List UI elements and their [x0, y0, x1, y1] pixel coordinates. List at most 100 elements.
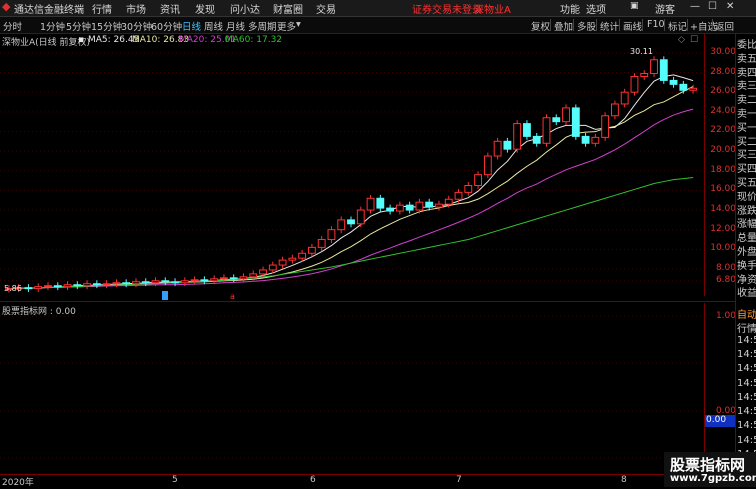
guest-label[interactable]: 游客 — [655, 1, 675, 16]
side-panel-item[interactable]: 卖五 — [737, 50, 756, 65]
ma60-line — [8, 176, 694, 290]
side-panel-item[interactable]: 买二 — [737, 133, 756, 148]
candle-body — [141, 281, 150, 284]
btn-biaoji[interactable]: 标记 — [668, 19, 687, 33]
tab-daily[interactable]: 日线 — [182, 19, 201, 33]
high-annotation: 30.11 — [630, 47, 653, 56]
side-panel-item[interactable]: 14:5 — [737, 349, 756, 360]
user-icon[interactable]: ▣ — [630, 1, 639, 11]
menu-faxian[interactable]: 发现 — [195, 1, 215, 16]
candle-body — [601, 115, 610, 138]
candle-body — [200, 279, 209, 282]
side-panel-item[interactable]: 14:5 — [737, 420, 756, 431]
price-axis-label: 6.80 — [715, 274, 736, 285]
btn-f10[interactable]: F10 — [647, 19, 665, 30]
side-panel-item[interactable]: 14:5 — [737, 406, 756, 417]
menu-zixun[interactable]: 资讯 — [160, 1, 180, 16]
side-panel-item[interactable]: 买四 — [737, 160, 756, 175]
side-panel-item[interactable]: 14:5 — [737, 435, 756, 446]
side-panel-item[interactable]: 涨幅 — [737, 215, 756, 230]
time-axis: 2020年 5 6 7 8 — [0, 474, 735, 488]
menu-hangqing[interactable]: 行情 — [92, 1, 112, 16]
side-panel-item[interactable]: 外盘 — [737, 243, 756, 258]
candle-body — [151, 280, 160, 284]
tab-30min[interactable]: 30分钟 — [121, 19, 152, 33]
menu-jiaoyi[interactable]: 交易 — [316, 1, 336, 16]
price-axis-label: 30.00 — [710, 46, 736, 57]
btn-diejia[interactable]: 叠加 — [554, 19, 573, 33]
side-panel-item[interactable]: 卖三 — [737, 77, 756, 92]
tab-multi-period[interactable]: 多周期 — [248, 19, 277, 33]
side-panel-item[interactable]: 行情 — [737, 320, 756, 335]
price-axis-label: 12.00 — [710, 223, 736, 234]
candle-body — [298, 252, 307, 259]
tab-5min[interactable]: 5分钟 — [66, 19, 91, 33]
menu-xuanxiang[interactable]: 选项 — [586, 1, 606, 16]
candle-body — [444, 198, 453, 205]
side-panel-item[interactable]: 委比 — [737, 36, 756, 51]
candle-body — [650, 59, 658, 75]
btn-back[interactable]: 返回 — [715, 19, 734, 33]
btn-fuquan[interactable]: 复权 — [531, 19, 550, 33]
price-axis-label: 26.00 — [710, 86, 736, 97]
side-panel-item[interactable]: 自动 — [737, 306, 756, 321]
candle-body — [44, 285, 52, 288]
menu-caifuquan[interactable]: 财富圈 — [273, 1, 303, 16]
side-panel-item[interactable]: 卖四 — [737, 64, 756, 79]
btn-tongji[interactable]: 统计 — [600, 19, 619, 33]
side-panel-item[interactable]: 买五 — [737, 174, 756, 189]
watermark-url: www.7gpzb.com — [670, 473, 756, 484]
tab-60min[interactable]: 60分钟 — [151, 19, 182, 33]
candle-body — [268, 264, 277, 271]
candle-body — [630, 75, 639, 93]
candle-body — [474, 174, 482, 186]
tab-15min[interactable]: 15分钟 — [91, 19, 122, 33]
tab-monthly[interactable]: 月线 — [226, 19, 245, 33]
divider — [596, 19, 597, 31]
candle-body — [73, 284, 82, 287]
candle-body — [523, 123, 531, 137]
x-axis-label: 6 — [310, 475, 316, 485]
kline-chart[interactable] — [0, 34, 704, 296]
tab-more[interactable]: 更多 — [277, 19, 296, 33]
tab-weekly[interactable]: 周线 — [204, 19, 223, 33]
indicator-chart[interactable] — [0, 303, 704, 473]
menu-shichang[interactable]: 市场 — [126, 1, 146, 16]
side-panel-item[interactable]: 14:5 — [737, 392, 756, 403]
candle-body — [347, 219, 355, 225]
menu-wenxiaoda[interactable]: 问小达 — [230, 1, 260, 16]
menu-gongneng[interactable]: 功能 — [560, 1, 580, 16]
side-panel-item[interactable]: 买一 — [737, 119, 756, 134]
btn-huaxian[interactable]: 画线 — [623, 19, 642, 33]
side-panel-item[interactable]: 换手 — [737, 257, 756, 272]
candle-body — [503, 140, 512, 150]
side-panel-item[interactable]: 14:5 — [737, 335, 756, 346]
login-notice[interactable]: 证券交易未登录 — [412, 1, 482, 16]
side-panel-item[interactable]: 现价 — [737, 188, 756, 203]
side-panel-item[interactable]: 14:5 — [737, 378, 756, 389]
side-panel-item[interactable]: 卖二 — [737, 91, 756, 106]
minimize-icon[interactable]: — — [690, 1, 700, 12]
period-toolbar: 分时 1分钟 5分钟 15分钟 30分钟 60分钟 日线 周线 月线 多周期 更… — [0, 17, 756, 34]
tab-fenshi[interactable]: 分时 — [3, 19, 22, 33]
candle-body — [83, 283, 92, 287]
candle-body — [483, 155, 492, 176]
side-panel-item[interactable]: 买三 — [737, 146, 756, 161]
maximize-icon[interactable]: ☐ — [708, 1, 717, 12]
candle-body — [610, 103, 619, 117]
event-marker-icon[interactable] — [162, 291, 168, 300]
candle-body — [180, 280, 189, 284]
tab-1min[interactable]: 1分钟 — [40, 19, 65, 33]
btn-duogu[interactable]: 多股 — [577, 19, 596, 33]
candle-body — [161, 280, 170, 283]
close-icon[interactable]: ✕ — [726, 1, 734, 12]
side-panel-item[interactable]: 涨跌 — [737, 202, 756, 217]
side-panel-item[interactable]: 卖一 — [737, 105, 756, 120]
candle-body — [435, 203, 443, 208]
side-panel-item[interactable]: 14:5 — [737, 363, 756, 374]
side-panel-item[interactable]: 总量 — [737, 229, 756, 244]
side-panel-item[interactable]: 收益 — [737, 284, 756, 299]
side-panel-item[interactable]: 净资 — [737, 271, 756, 286]
candle-body — [640, 73, 649, 77]
more-chevron-icon[interactable]: ▾ — [296, 19, 301, 30]
